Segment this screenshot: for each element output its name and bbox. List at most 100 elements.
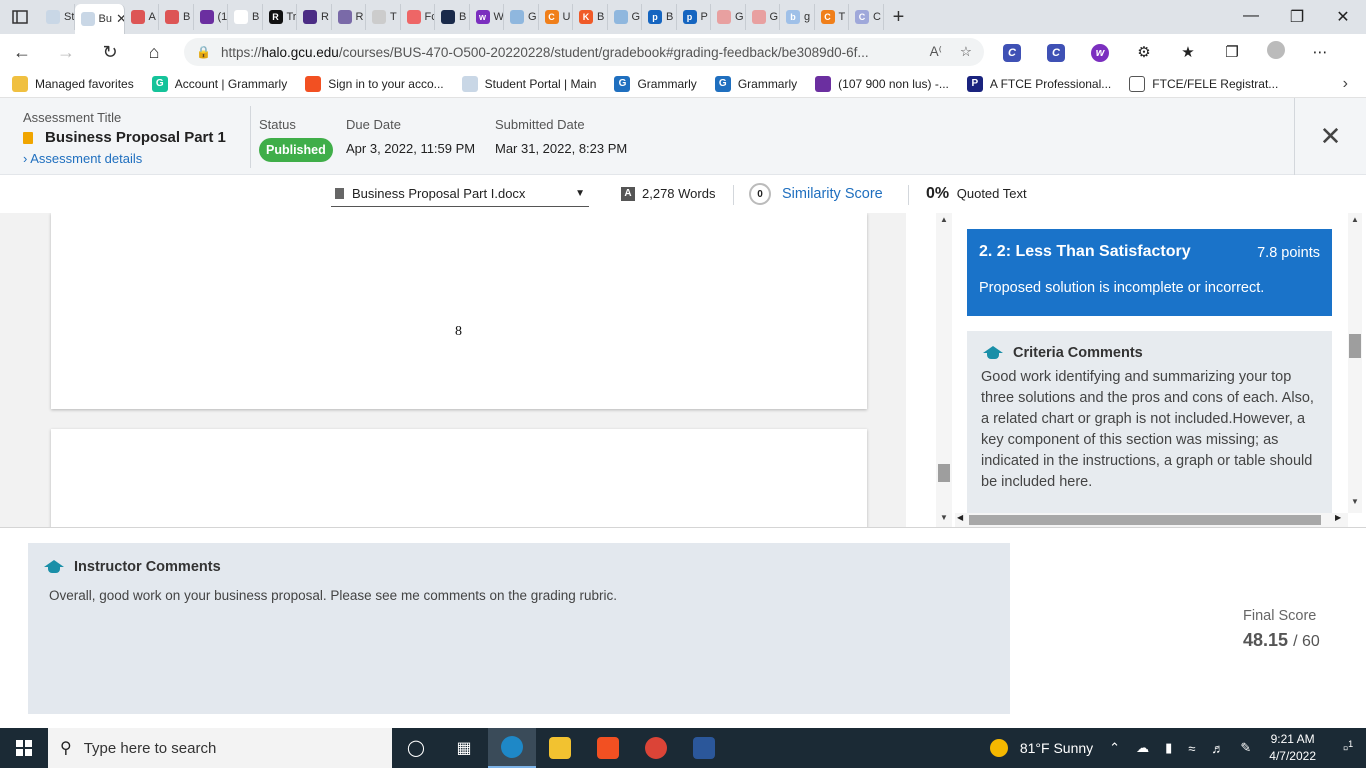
extensions-puzzle-icon[interactable]: ⚙: [1122, 43, 1166, 61]
document-select[interactable]: Business Proposal Part I.docx ▼: [331, 181, 589, 207]
word-app-icon[interactable]: [680, 728, 728, 768]
favorites-icon[interactable]: ★: [1166, 43, 1210, 61]
favorite-link[interactable]: G Grammarly: [714, 75, 797, 92]
favorite-icon: [12, 75, 28, 92]
scroll-right-icon[interactable]: ▶: [1335, 513, 1341, 522]
battery-icon[interactable]: ▮: [1165, 740, 1172, 756]
tab-favicon-icon: [80, 12, 95, 26]
clock[interactable]: 9:21 AM 4/7/2022: [1269, 731, 1316, 765]
extension-c2-icon[interactable]: C: [1034, 43, 1078, 62]
weather-text[interactable]: 81°F Sunny: [1020, 740, 1093, 756]
browser-tab[interactable]: A: [125, 4, 159, 30]
browser-tab[interactable]: bg: [780, 4, 815, 30]
document-scrollbar[interactable]: ▲ ▼: [936, 213, 952, 527]
favorite-icon: P: [966, 75, 983, 92]
browser-tab[interactable]: B: [435, 4, 470, 30]
favorite-link[interactable]: G Grammarly: [614, 75, 697, 92]
chevron-right-icon[interactable]: ›: [1343, 75, 1348, 93]
file-explorer-icon[interactable]: [536, 728, 584, 768]
back-icon[interactable]: ←: [0, 42, 44, 63]
status-label: Status: [259, 117, 296, 132]
tab-actions-icon[interactable]: [0, 0, 40, 34]
refresh-icon[interactable]: ↻: [88, 42, 132, 63]
close-icon[interactable]: ✕: [1294, 98, 1366, 175]
new-tab-button[interactable]: +: [884, 6, 914, 29]
pen-icon[interactable]: ✎: [1240, 740, 1251, 756]
browser-tab[interactable]: R: [332, 4, 366, 30]
browser-tab[interactable]: CU: [539, 4, 573, 30]
collections-icon[interactable]: ❐: [1210, 43, 1254, 61]
browser-tab[interactable]: CC: [849, 4, 884, 30]
browser-tab[interactable]: R: [297, 4, 332, 30]
url-input[interactable]: 🔒 https://halo.gcu.edu/courses/BUS-470-O…: [184, 38, 984, 66]
favorite-link[interactable]: (107 900 non lus) -...: [815, 75, 949, 92]
browser-tab[interactable]: pB: [642, 4, 677, 30]
browser-tab[interactable]: G: [504, 4, 539, 30]
assessment-details-link[interactable]: › Assessment details: [23, 151, 226, 166]
profile-avatar-icon[interactable]: [1254, 41, 1298, 63]
start-button[interactable]: [0, 728, 48, 768]
browser-tab[interactable]: B: [159, 4, 194, 30]
browser-tab[interactable]: G: [608, 4, 642, 30]
tab-label: G: [528, 11, 537, 23]
onedrive-icon[interactable]: ☁: [1136, 740, 1149, 756]
browser-tab[interactable]: (1: [194, 4, 228, 30]
browser-tab[interactable]: KB: [573, 4, 608, 30]
favorite-link[interactable]: G Account | Grammarly: [151, 75, 287, 92]
similarity-score[interactable]: 0 Similarity Score: [749, 183, 883, 205]
tab-label: W: [493, 11, 504, 23]
restore-icon[interactable]: ❐: [1274, 7, 1320, 27]
read-aloud-icon[interactable]: A⁽: [930, 44, 942, 60]
favorite-link[interactable]: P A FTCE Professional...: [966, 75, 1111, 92]
edge-app-icon[interactable]: [488, 728, 536, 768]
tab-favicon-icon: [199, 10, 214, 24]
browser-tab[interactable]: pP: [677, 4, 711, 30]
rubric-horizontal-scrollbar[interactable]: ◀ ▶: [955, 513, 1348, 527]
browser-tab[interactable]: Fc: [401, 4, 435, 30]
scroll-up-icon[interactable]: ▲: [1351, 215, 1359, 224]
browser-tab[interactable]: CT: [815, 4, 849, 30]
browser-tab[interactable]: G: [746, 4, 780, 30]
scroll-left-icon[interactable]: ◀: [957, 513, 963, 522]
browser-tab[interactable]: St: [40, 4, 75, 30]
home-icon[interactable]: ⌂: [132, 42, 176, 63]
browser-tab[interactable]: T: [366, 4, 401, 30]
browser-tab[interactable]: B: [228, 4, 263, 30]
browser-tab[interactable]: wW: [470, 4, 504, 30]
rubric-level-card[interactable]: 2. 2: Less Than Satisfactory 7.8 points …: [967, 229, 1332, 316]
browser-tab[interactable]: G: [711, 4, 746, 30]
taskbar-search-input[interactable]: ⚲ Type here to search: [48, 728, 392, 768]
scroll-down-icon[interactable]: ▼: [1351, 497, 1359, 506]
scrollbar-thumb[interactable]: [938, 464, 950, 482]
scrollbar-thumb[interactable]: [1349, 334, 1361, 358]
close-window-icon[interactable]: ✕: [1320, 7, 1366, 27]
forward-icon[interactable]: →: [44, 42, 88, 63]
favorite-star-icon[interactable]: ☆: [960, 44, 972, 60]
browser-tab[interactable]: R Tr: [263, 4, 297, 30]
task-view-icon[interactable]: ▦: [440, 728, 488, 768]
rubric-scrollbar[interactable]: ▲ ▼: [1348, 213, 1362, 513]
favorite-link[interactable]: FTCE/FELE Registrat...: [1129, 75, 1278, 92]
favorite-link[interactable]: Student Portal | Main: [461, 75, 596, 92]
browser-tab[interactable]: Bu ✕: [74, 4, 125, 34]
chrome-app-icon[interactable]: [632, 728, 680, 768]
scroll-up-icon[interactable]: ▲: [940, 215, 948, 224]
cortana-icon[interactable]: ◯: [392, 728, 440, 768]
chevron-up-icon[interactable]: ⌃: [1109, 740, 1120, 756]
favorite-link[interactable]: Managed favorites: [12, 75, 134, 92]
wifi-icon[interactable]: ≈: [1188, 741, 1195, 756]
final-score-total: / 60: [1293, 633, 1320, 650]
close-tab-icon[interactable]: ✕: [116, 11, 124, 27]
extension-c-icon[interactable]: C: [990, 43, 1034, 62]
minimize-icon[interactable]: —: [1228, 7, 1274, 27]
volume-icon[interactable]: ♬: [1211, 741, 1224, 756]
scroll-down-icon[interactable]: ▼: [940, 513, 948, 522]
due-date-column: Due Date Apr 3, 2022, 11:59 PM: [346, 117, 475, 156]
more-menu-icon[interactable]: ⋯: [1298, 43, 1342, 61]
extension-w-icon[interactable]: w: [1078, 43, 1122, 62]
notifications-icon[interactable]: ▫1: [1330, 739, 1366, 757]
favorite-link[interactable]: Sign in to your acco...: [305, 75, 444, 92]
document-viewer[interactable]: 8: [0, 213, 906, 527]
store-app-icon[interactable]: [584, 728, 632, 768]
scrollbar-thumb[interactable]: [969, 515, 1321, 525]
